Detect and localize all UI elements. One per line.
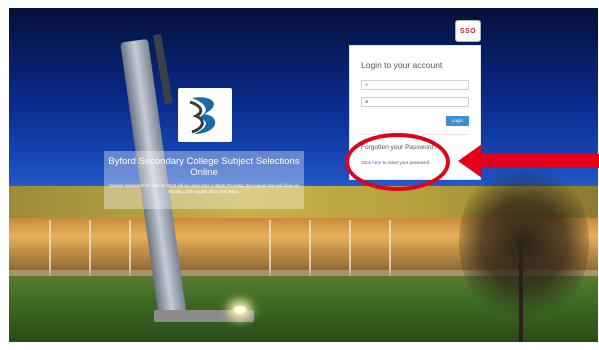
selection-notice: Subject selections for Year 11 2018 will… (109, 183, 299, 194)
spotlight (234, 306, 246, 314)
username-input[interactable] (372, 81, 467, 89)
school-logo (178, 88, 232, 142)
school-title: Byford Secondary College Subject Selecti… (108, 156, 300, 178)
screen: SSO Byford Secondary College Subject Sel… (0, 0, 599, 350)
username-field-wrapper: ● (361, 80, 469, 90)
school-logo-icon (189, 97, 216, 134)
login-button[interactable]: Login (446, 116, 469, 126)
user-icon: ● (365, 82, 369, 88)
annotation-arrow-icon (458, 144, 599, 178)
tree (459, 158, 589, 328)
lock-icon: ■ (365, 99, 369, 105)
school-title-panel: Byford Secondary College Subject Selecti… (104, 151, 304, 209)
password-field-wrapper: ■ (361, 97, 469, 107)
tree-trunk (519, 238, 523, 342)
login-heading: Login to your account (361, 60, 443, 70)
highlight-circle (345, 133, 450, 191)
password-input[interactable] (372, 98, 467, 106)
sso-logo-badge: SSO (455, 20, 481, 42)
cricket-bat-handle (152, 33, 174, 105)
